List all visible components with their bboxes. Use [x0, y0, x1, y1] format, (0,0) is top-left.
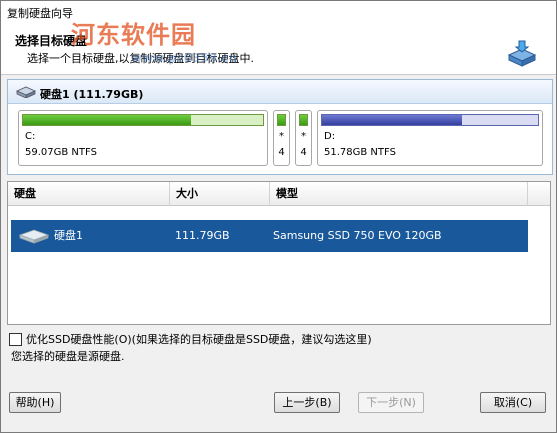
status-message: 您选择的硬盘是源硬盘.: [11, 350, 125, 363]
partition-detail: 4: [300, 147, 307, 158]
disk-table: 硬盘 大小 模型 硬盘1 111.79GB Samsung SSD 750 EV…: [7, 181, 551, 325]
disk-copy-icon: [507, 40, 537, 67]
partition-letter: C:: [25, 131, 36, 142]
cancel-button[interactable]: 取消(C): [480, 392, 546, 413]
partition-c[interactable]: C: 59.07GB NTFS: [18, 110, 268, 166]
partition-detail: 59.07GB NTFS: [25, 147, 97, 158]
partition-letter: D:: [324, 131, 336, 142]
ssd-optimize-option[interactable]: 优化SSD硬盘性能(O)(如果选择的目标硬盘是SSD硬盘，建议勾选这里): [9, 331, 372, 347]
partition-usage-bar: [22, 114, 264, 126]
table-header: 硬盘 大小 模型: [8, 182, 550, 206]
help-button[interactable]: 帮助(H): [9, 392, 61, 413]
row-disk-model: Samsung SSD 750 EVO 120GB: [273, 229, 442, 242]
window-title: 复制硬盘向导: [7, 7, 73, 20]
back-button[interactable]: 上一步(B): [274, 392, 340, 413]
partition-letter: *: [279, 131, 284, 142]
ssd-optimize-label: 优化SSD硬盘性能(O)(如果选择的目标硬盘是SSD硬盘，建议勾选这里): [26, 333, 372, 346]
hard-disk-icon: [16, 86, 36, 98]
disk-map-label: 硬盘1 (111.79GB): [40, 88, 144, 101]
table-row[interactable]: 硬盘1 111.79GB Samsung SSD 750 EVO 120GB: [11, 220, 528, 252]
row-disk-size: 111.79GB: [175, 229, 230, 242]
ssd-optimize-checkbox[interactable]: [9, 332, 22, 346]
column-header-disk[interactable]: 硬盘: [8, 182, 170, 206]
column-header-model[interactable]: 模型: [270, 182, 528, 206]
column-header-size[interactable]: 大小: [170, 182, 270, 206]
partition-detail: 51.78GB NTFS: [324, 147, 396, 158]
partition-usage-bar: [321, 114, 539, 126]
watermark-logo: 河东软件园: [71, 20, 196, 49]
partition-usage-bar: [299, 114, 308, 126]
hard-disk-icon: [19, 229, 49, 244]
partition-usage-bar: [277, 114, 286, 126]
copy-disk-wizard-window: 复制硬盘向导 选择目标硬盘 选择一个目标硬盘,以复制源硬盘到目标硬盘中. 河东软…: [0, 0, 557, 433]
partition-hidden-2[interactable]: * 4: [295, 110, 312, 166]
disk-map-header: 硬盘1 (111.79GB): [8, 80, 552, 104]
disk-map-panel: 硬盘1 (111.79GB) C: 59.07GB NTFS * 4 * 4 D…: [7, 79, 553, 175]
row-disk-name: 硬盘1: [54, 229, 83, 242]
watermark-url: www.pc0359.cn: [131, 51, 238, 65]
partition-d[interactable]: D: 51.78GB NTFS: [317, 110, 543, 166]
next-button[interactable]: 下一步(N): [358, 392, 424, 413]
partition-letter: *: [301, 131, 306, 142]
partition-detail: 4: [278, 147, 285, 158]
partition-hidden-1[interactable]: * 4: [273, 110, 290, 166]
wizard-header: 选择目标硬盘 选择一个目标硬盘,以复制源硬盘到目标硬盘中. 河东软件园 www.…: [1, 20, 556, 75]
